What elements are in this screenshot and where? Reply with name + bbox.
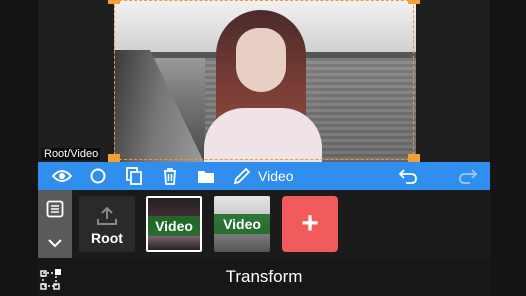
layer-video-label: Video (148, 216, 200, 236)
video-frame[interactable] (114, 0, 416, 162)
layer-list-toggle[interactable] (38, 190, 72, 258)
mode-title: Transform (225, 267, 303, 286)
layer-video[interactable]: Video (214, 196, 270, 252)
right-gutter (490, 0, 526, 296)
add-layer-button[interactable]: + (282, 196, 338, 252)
pencil-icon[interactable] (230, 164, 254, 188)
eye-icon[interactable] (50, 164, 74, 188)
layer-toolbar: Video (38, 162, 490, 190)
canvas-preview[interactable]: Root/Video (38, 0, 490, 162)
history-controls (370, 164, 490, 188)
resize-handle-bottom-right[interactable] (408, 154, 420, 162)
plus-icon: + (301, 207, 319, 240)
toolbar-title: Video (258, 168, 294, 184)
left-gutter (0, 0, 38, 296)
list-icon (46, 200, 64, 218)
resize-handle-bottom-left[interactable] (108, 154, 120, 162)
frame-pier (114, 50, 204, 162)
circle-icon[interactable] (86, 164, 110, 188)
undo-icon[interactable] (396, 164, 420, 188)
subject-body (204, 108, 322, 162)
layer-video-selected[interactable]: Video (146, 196, 202, 252)
layer-root[interactable]: Root (79, 196, 135, 252)
subject-face (236, 28, 286, 92)
trash-icon[interactable] (158, 164, 182, 188)
copy-icon[interactable] (122, 164, 146, 188)
layer-video-label: Video (214, 214, 270, 234)
bottom-bar: Transform (38, 258, 490, 296)
resize-handle-top-right[interactable] (408, 0, 420, 4)
resize-handle-top-left[interactable] (108, 0, 120, 4)
transform-icon[interactable] (40, 268, 62, 290)
layer-root-label: Root (91, 230, 123, 246)
chevron-down-icon (48, 239, 62, 248)
layer-strip: Root Video Video + (38, 190, 490, 258)
redo-icon[interactable] (456, 164, 480, 188)
upload-icon (97, 206, 117, 225)
layer-path-label: Root/Video (42, 148, 101, 160)
folder-icon[interactable] (194, 164, 218, 188)
